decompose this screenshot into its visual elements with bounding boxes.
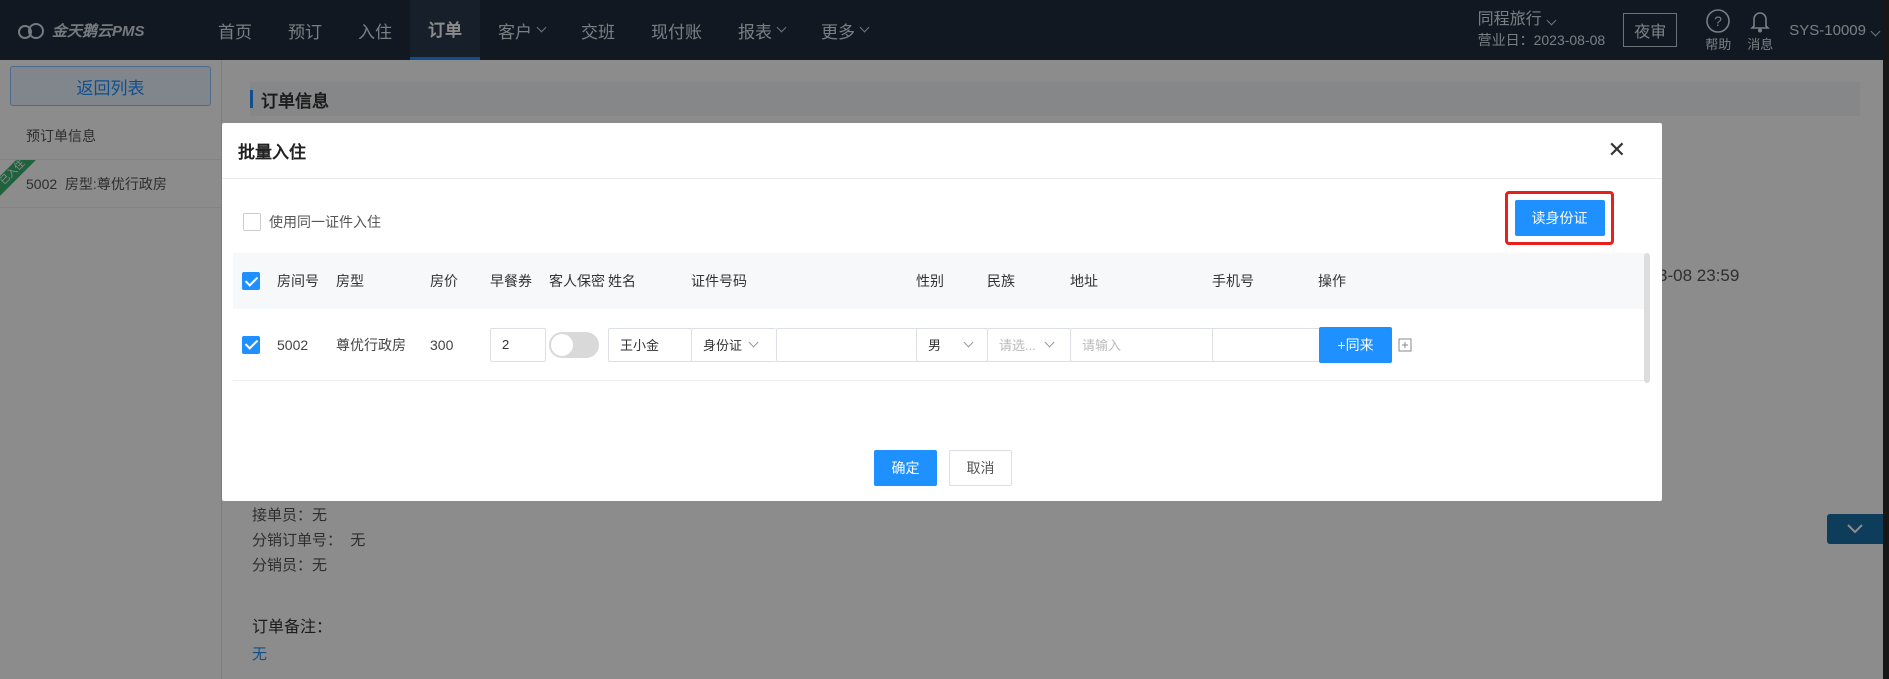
- same-id-checkbox[interactable]: 使用同一证件入住: [243, 212, 381, 232]
- gender-value: 男: [928, 338, 942, 353]
- chevron-down-icon: [748, 337, 759, 348]
- confirm-button[interactable]: 确定: [874, 450, 937, 486]
- col-name: 姓名: [608, 273, 636, 289]
- batch-checkin-dialog: 批量入住 ✕ 使用同一证件入住 读身份证 房间号 房型 房价 早餐券 客人保密 …: [222, 123, 1662, 501]
- guest-name-input[interactable]: 王小金: [608, 327, 692, 362]
- address-input[interactable]: 请输入: [1070, 327, 1223, 362]
- add-companion-button[interactable]: +同来: [1319, 326, 1392, 363]
- col-id-number: 证件号码: [691, 273, 747, 289]
- chevron-down-icon: [963, 337, 974, 348]
- room-no: 5002: [277, 336, 309, 353]
- privacy-toggle[interactable]: [549, 331, 599, 358]
- col-price: 房价: [430, 273, 458, 289]
- col-room-type: 房型: [336, 273, 364, 289]
- ethnicity-select[interactable]: 请选...: [987, 327, 1071, 362]
- guest-table: 房间号 房型 房价 早餐券 客人保密 姓名 证件号码 性别 民族 地址 手机号 …: [233, 253, 1648, 381]
- ethnicity-placeholder: 请选...: [999, 338, 1036, 353]
- gender-select[interactable]: 男: [916, 327, 988, 362]
- same-id-label: 使用同一证件入住: [269, 214, 381, 230]
- dialog-header: 批量入住 ✕: [222, 123, 1662, 179]
- room-type: 尊优行政房: [336, 336, 406, 353]
- close-icon[interactable]: ✕: [1608, 137, 1626, 163]
- col-room-no: 房间号: [277, 273, 319, 289]
- id-type-value: 身份证: [703, 338, 743, 353]
- id-type-select[interactable]: 身份证: [691, 327, 776, 362]
- table-scrollbar[interactable]: [1644, 253, 1650, 383]
- dialog-title: 批量入住: [238, 143, 306, 162]
- col-ethnicity: 民族: [987, 273, 1015, 289]
- table-header: 房间号 房型 房价 早餐券 客人保密 姓名 证件号码 性别 民族 地址 手机号 …: [233, 253, 1648, 309]
- read-id-card-button[interactable]: 读身份证: [1514, 200, 1605, 236]
- col-breakfast: 早餐券: [490, 273, 532, 289]
- row-checkbox[interactable]: [242, 335, 260, 354]
- cancel-button[interactable]: 取消: [949, 450, 1012, 486]
- room-price: 300: [430, 336, 454, 353]
- col-privacy: 客人保密: [549, 273, 605, 289]
- phone-input[interactable]: [1212, 327, 1330, 362]
- table-row: 5002 尊优行政房 300 2 王小金 身份证 男 请选... 请输入 +同来: [233, 309, 1648, 381]
- col-address: 地址: [1070, 273, 1098, 289]
- col-gender: 性别: [916, 273, 944, 289]
- chevron-down-icon: [1044, 337, 1055, 348]
- breakfast-input[interactable]: 2: [490, 327, 546, 362]
- col-actions: 操作: [1318, 273, 1346, 289]
- read-id-highlight: 读身份证: [1505, 191, 1614, 245]
- col-phone: 手机号: [1212, 273, 1254, 289]
- select-all-checkbox[interactable]: [242, 272, 260, 290]
- expand-row-button[interactable]: [1398, 338, 1412, 352]
- plus-square-icon: [1398, 338, 1412, 351]
- checkbox[interactable]: [243, 213, 261, 231]
